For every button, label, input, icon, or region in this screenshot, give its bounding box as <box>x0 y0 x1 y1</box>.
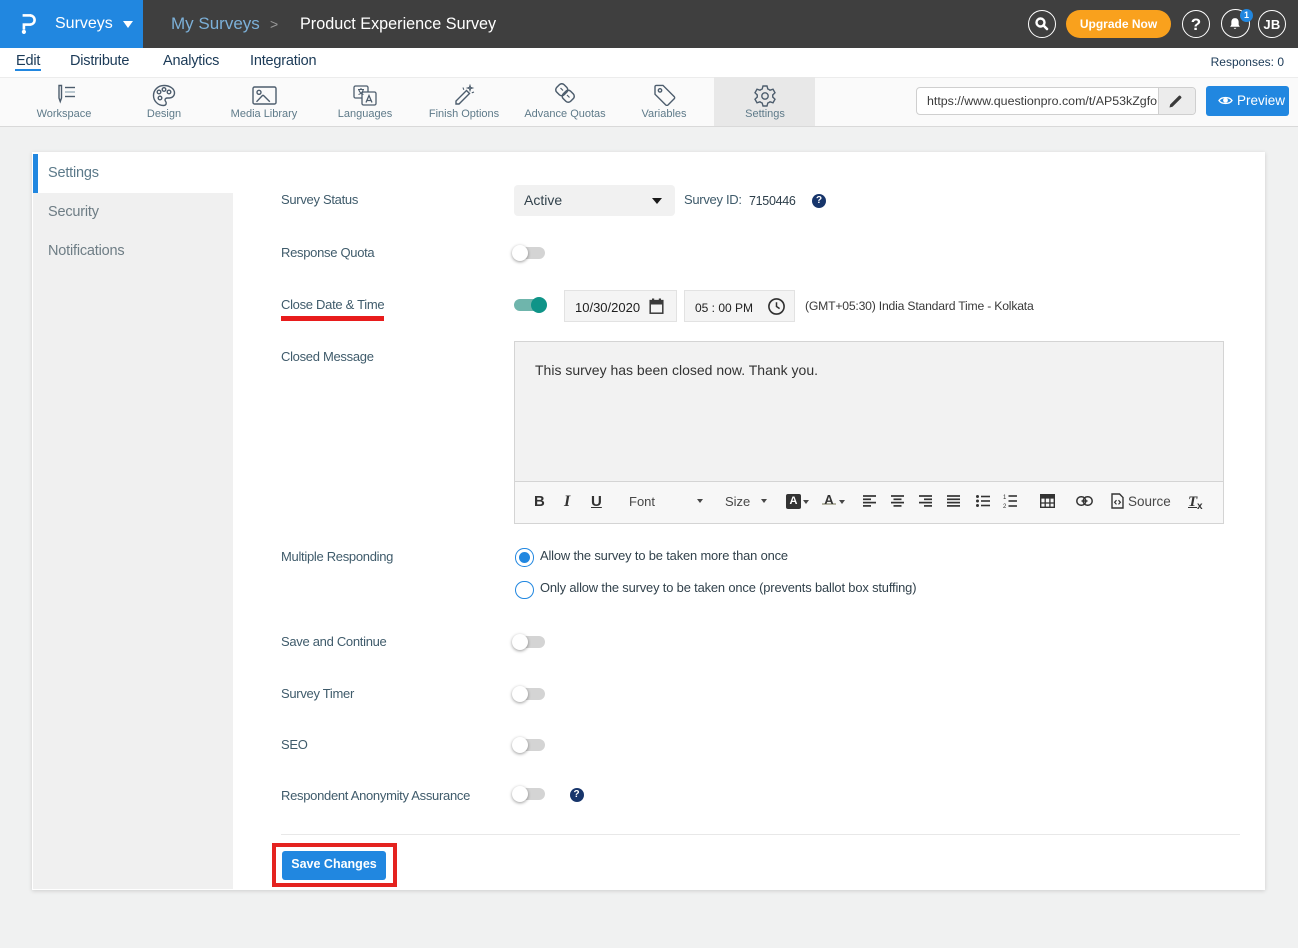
svg-text:2: 2 <box>1003 504 1007 508</box>
svg-text:1: 1 <box>1003 495 1007 501</box>
